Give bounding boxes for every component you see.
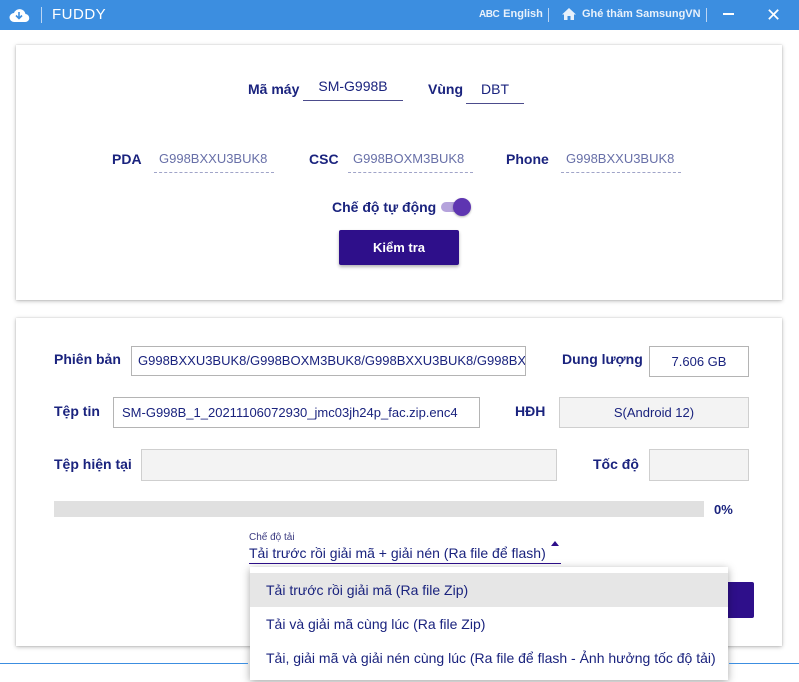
title-separator-3 (706, 8, 707, 22)
size-field: 7.606 GB (649, 346, 749, 377)
current-file-field (141, 449, 557, 481)
language-switch[interactable]: ABC English (479, 8, 543, 20)
phone-label: Phone (506, 151, 549, 167)
phone-field[interactable]: G998BXXU3BUK8 (561, 151, 681, 173)
region-field[interactable]: DBT (466, 81, 524, 104)
visit-label: Ghé thăm SamsungVN (582, 8, 701, 20)
window-bottom-border (0, 663, 248, 664)
version-label: Phiên bản (54, 351, 121, 367)
minimize-button[interactable] (723, 13, 734, 15)
cloud-download-icon (9, 9, 30, 23)
language-label: English (503, 8, 543, 20)
speed-label: Tốc độ (593, 456, 639, 472)
auto-mode-toggle[interactable] (441, 198, 471, 216)
home-icon (562, 8, 576, 20)
pda-field[interactable]: G998BXXU3BUK8 (154, 151, 274, 173)
close-button[interactable]: ✕ (766, 5, 781, 26)
title-bar: FUDDY ABC English Ghé thăm SamsungVN ✕ (0, 0, 799, 30)
os-label: HĐH (515, 403, 546, 419)
version-field[interactable]: G998BXXU3BUK8/G998BOXM3BUK8/G998BXXU3BUK… (131, 346, 526, 376)
title-separator (41, 7, 42, 23)
dropdown-option[interactable]: Tải, giải mã và giải nén cùng lúc (Ra fi… (250, 641, 728, 675)
speed-field (649, 449, 749, 481)
progress-percent: 0% (714, 502, 733, 517)
window-bottom-border-right (729, 663, 799, 664)
pda-label: PDA (112, 151, 142, 167)
app-title: FUDDY (52, 6, 107, 23)
dropdown-option[interactable]: Tải trước rồi giải mã (Ra file Zip) (250, 573, 728, 607)
download-mode-select[interactable]: Chế độ tải Tải trước rồi giải mã + giải … (249, 532, 561, 564)
current-file-label: Tệp hiện tại (54, 456, 132, 472)
auto-mode-label: Chế độ tự động (332, 199, 437, 215)
dropdown-option[interactable]: Tải và giải mã cùng lúc (Ra file Zip) (250, 607, 728, 641)
language-icon: ABC (479, 8, 500, 20)
model-label: Mã máy (248, 81, 300, 97)
os-field: S(Android 12) (559, 397, 749, 428)
model-field[interactable]: SM-G998B (303, 78, 403, 101)
csc-label: CSC (309, 151, 339, 167)
size-label: Dung lượng (562, 351, 643, 367)
visit-samsungvn-link[interactable]: Ghé thăm SamsungVN (561, 7, 701, 21)
title-separator-2 (548, 8, 549, 22)
toggle-thumb (453, 198, 471, 216)
download-mode-value: Tải trước rồi giải mã + giải nén (Ra fil… (249, 545, 546, 561)
download-mode-label: Chế độ tải (249, 532, 295, 543)
region-label: Vùng (428, 81, 463, 97)
file-label: Tệp tin (54, 403, 100, 419)
check-button[interactable]: Kiểm tra (339, 230, 459, 265)
file-field[interactable]: SM-G998B_1_20211106072930_jmc03jh24p_fac… (113, 397, 480, 428)
progress-bar (54, 501, 704, 517)
csc-field[interactable]: G998BOXM3BUK8 (348, 151, 473, 173)
download-mode-dropdown: Tải trước rồi giải mã (Ra file Zip) Tải … (250, 567, 728, 680)
chevron-up-icon (551, 541, 559, 546)
